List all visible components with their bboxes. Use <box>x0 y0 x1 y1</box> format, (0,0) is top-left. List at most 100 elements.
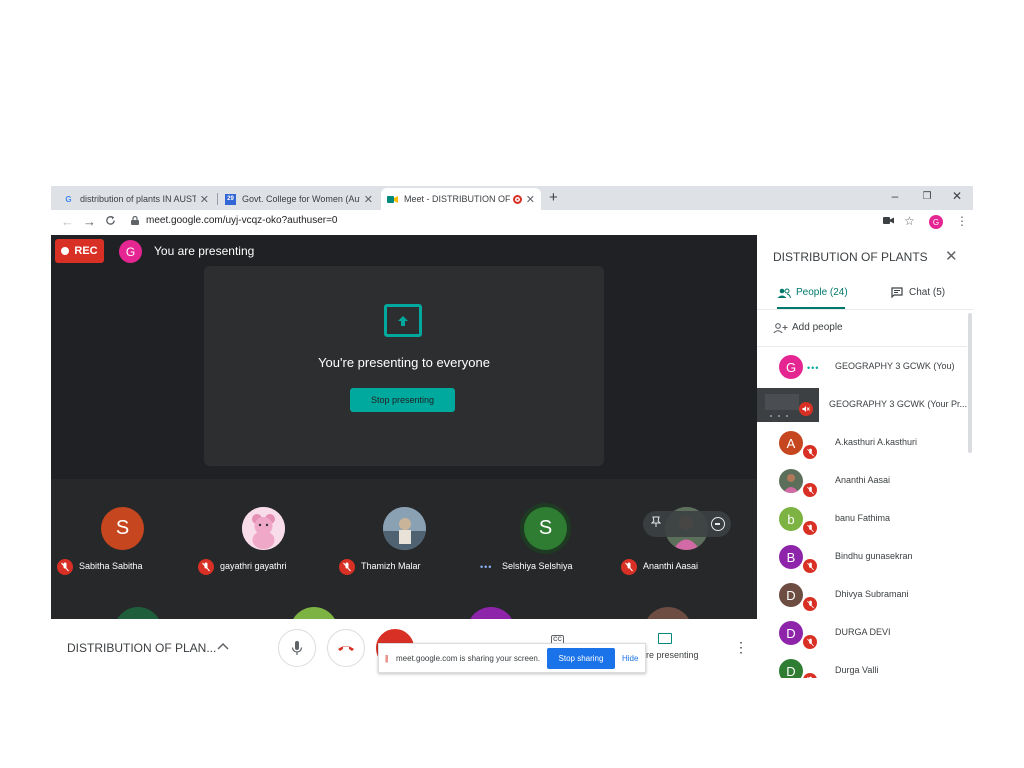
presentation-panel: You're presenting to everyone Stop prese… <box>204 266 604 466</box>
people-panel: DISTRIBUTION OF PLANTS ✕ People (24) Cha… <box>757 235 973 678</box>
mic-off-icon <box>803 445 817 459</box>
present-icon <box>658 633 672 644</box>
rec-label: REC <box>74 245 98 257</box>
participant-tile[interactable]: S ••• Selshiya Selshiya <box>474 487 615 621</box>
divider <box>757 346 967 347</box>
record-dot-icon <box>61 247 70 255</box>
list-item[interactable]: G ••• GEOGRAPHY 3 GCWK (You) <box>757 348 967 386</box>
participant-tile[interactable]: Ananthi Aasai <box>615 487 756 621</box>
avatar: G <box>779 355 803 379</box>
calendar-icon: 29 <box>225 193 236 205</box>
speaking-indicator-icon: ••• <box>807 363 820 373</box>
pin-icon[interactable] <box>650 516 662 531</box>
participant-name: Selshiya Selshiya <box>502 561 573 571</box>
browser-window: G distribution of plants IN AUSTRA ✕ 29 … <box>51 186 973 678</box>
screen-sharing-bar: || meet.google.com is sharing your scree… <box>378 643 646 673</box>
stop-sharing-button[interactable]: Stop sharing <box>547 648 615 669</box>
tab-people[interactable]: People (24) <box>777 287 848 298</box>
person-name: Durga Valli <box>835 665 879 675</box>
list-item[interactable]: B Bindhu gunasekran <box>757 538 967 576</box>
presentation-thumbnail <box>757 388 819 422</box>
remove-icon[interactable] <box>711 517 725 531</box>
people-list-scrollbar[interactable] <box>968 313 972 453</box>
list-item[interactable]: D Dhivya Subramani <box>757 576 967 614</box>
hide-link[interactable]: Hide <box>622 654 638 663</box>
forward-button[interactable]: → <box>83 214 96 229</box>
meeting-details-button[interactable]: DISTRIBUTION OF PLAN... <box>67 641 216 655</box>
drag-handle-icon[interactable]: || <box>385 654 388 663</box>
present-now-button[interactable]: are presenting <box>641 631 711 671</box>
close-window-button[interactable]: ✕ <box>947 189 967 203</box>
avatar: D <box>779 659 803 678</box>
people-icon <box>777 288 791 298</box>
tab-title: Govt. College for Women (Auton <box>242 194 360 204</box>
presenter-avatar: G <box>119 240 142 263</box>
hang-up-icon <box>338 646 354 651</box>
mic-off-icon <box>803 483 817 497</box>
participant-tiles: S Sabitha Sabitha gayathri gayathri Tham… <box>51 479 757 621</box>
stop-presenting-button[interactable]: Stop presenting <box>350 388 455 412</box>
recording-icon <box>512 194 522 204</box>
participant-tile[interactable]: gayathri gayathri <box>192 487 333 621</box>
sharing-message: meet.google.com is sharing your screen. <box>396 654 541 663</box>
leave-call-button[interactable] <box>327 629 365 667</box>
list-item[interactable]: D DURGA DEVI <box>757 614 967 652</box>
profile-avatar[interactable]: G <box>929 215 943 229</box>
panel-title: DISTRIBUTION OF PLANTS <box>773 250 928 264</box>
tile-hover-controls <box>643 511 731 537</box>
recording-badge: REC <box>55 239 104 263</box>
mic-off-icon <box>803 597 817 611</box>
new-tab-button[interactable]: + <box>549 189 558 206</box>
avatar: D <box>779 621 803 645</box>
close-tab-icon[interactable]: ✕ <box>200 193 209 206</box>
close-panel-button[interactable]: ✕ <box>945 247 958 265</box>
minimize-button[interactable]: – <box>885 189 905 203</box>
teddy-bear-avatar <box>242 507 285 550</box>
back-button[interactable]: ← <box>61 214 74 229</box>
camera-icon[interactable] <box>883 216 894 228</box>
tab-distribution-search[interactable]: G distribution of plants IN AUSTRA ✕ <box>57 188 215 210</box>
avatar: D <box>779 583 803 607</box>
person-name: banu Fathima <box>835 513 891 523</box>
tab-college[interactable]: 29 Govt. College for Women (Auton ✕ <box>219 188 379 210</box>
presenting-label: You are presenting <box>154 244 255 258</box>
person-name: GEOGRAPHY 3 GCWK (Your Pr... <box>829 399 968 409</box>
present-label: are presenting <box>641 650 699 660</box>
list-item[interactable]: GEOGRAPHY 3 GCWK (Your Pr... <box>757 386 967 424</box>
add-people-label: Add people <box>792 322 843 333</box>
close-tab-icon[interactable]: ✕ <box>364 193 373 206</box>
url-text: meet.google.com/uyj-vcqz-oko?authuser=0 <box>146 215 338 226</box>
add-people-button[interactable]: Add people <box>773 322 843 333</box>
bookmark-star-icon[interactable]: ☆ <box>904 214 915 228</box>
participant-tile[interactable]: S Sabitha Sabitha <box>51 487 192 621</box>
participant-name: Sabitha Sabitha <box>79 561 143 571</box>
participant-tile[interactable]: Thamizh Malar <box>333 487 474 621</box>
more-options-button[interactable]: ⋮ <box>734 639 748 656</box>
list-item[interactable]: D Durga Valli <box>757 652 967 678</box>
browser-menu-icon[interactable]: ⋮ <box>956 214 968 228</box>
maximize-button[interactable]: ❐ <box>917 191 937 202</box>
tab-meet[interactable]: Meet - DISTRIBUTION OF PL ✕ <box>381 188 541 210</box>
divider <box>757 309 973 310</box>
participant-name: gayathri gayathri <box>220 561 287 571</box>
tab-chat-label: Chat (5) <box>909 287 946 298</box>
lock-icon <box>131 215 139 225</box>
list-item[interactable]: A A.kasthuri A.kasthuri <box>757 424 967 462</box>
mic-off-icon <box>803 559 817 573</box>
list-item[interactable]: b banu Fathima <box>757 500 967 538</box>
add-person-icon <box>773 322 788 333</box>
mic-off-icon <box>621 559 637 575</box>
reload-button[interactable] <box>105 215 116 229</box>
close-tab-icon[interactable]: ✕ <box>526 193 535 206</box>
mic-off-icon <box>803 673 817 678</box>
chevron-up-icon[interactable] <box>217 639 229 653</box>
presenting-message: You're presenting to everyone <box>318 355 490 370</box>
tab-chat[interactable]: Chat (5) <box>891 287 945 298</box>
microphone-button[interactable] <box>278 629 316 667</box>
person-name: DURGA DEVI <box>835 627 891 637</box>
list-item[interactable]: Ananthi Aasai <box>757 462 967 500</box>
tab-strip: G distribution of plants IN AUSTRA ✕ 29 … <box>51 186 973 210</box>
tab-people-label: People (24) <box>796 287 848 298</box>
address-bar[interactable]: meet.google.com/uyj-vcqz-oko?authuser=0 <box>131 215 338 226</box>
tab-title: Meet - DISTRIBUTION OF PL <box>404 194 510 204</box>
